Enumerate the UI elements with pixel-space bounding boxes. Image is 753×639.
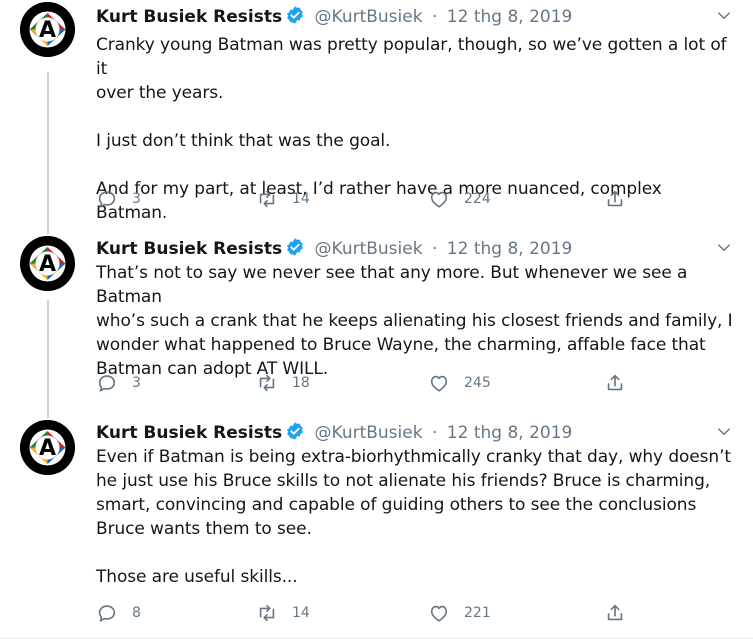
reply-button[interactable]: 3: [96, 372, 141, 394]
thread-line: [47, 72, 49, 228]
reply-icon: [98, 191, 116, 208]
tweet-actions: 8 14 221: [96, 602, 656, 626]
retweet-icon: [259, 374, 275, 392]
thread-line: [47, 300, 49, 412]
like-icon: [430, 375, 448, 392]
share-icon: [607, 604, 623, 621]
tweet-actions: 3 14 224: [96, 188, 656, 212]
display-name[interactable]: Kurt Busiek Resists: [96, 7, 282, 27]
chevron-down-icon[interactable]: [715, 7, 733, 25]
reply-button[interactable]: 3: [96, 188, 141, 210]
retweet-icon: [259, 604, 275, 622]
like-count: 221: [464, 605, 491, 621]
like-icon: [430, 191, 448, 208]
share-button[interactable]: [604, 372, 626, 394]
like-button[interactable]: 221: [428, 602, 491, 624]
tweet-text: That’s not to say we never see that any …: [96, 263, 733, 379]
tweet[interactable]: A Kurt Busiek Resists @KurtBusiek · 12 t…: [0, 0, 753, 228]
separator: ·: [431, 7, 438, 27]
like-count: 224: [464, 191, 491, 207]
thread-line: [47, 412, 49, 418]
avatar-logo-icon: A: [20, 2, 75, 57]
like-button[interactable]: 245: [428, 372, 491, 394]
like-count: 245: [464, 375, 491, 391]
timestamp[interactable]: 12 thg 8, 2019: [447, 7, 573, 27]
avatar-logo-icon: A: [20, 236, 75, 291]
retweet-button[interactable]: 14: [256, 188, 310, 210]
retweet-count: 14: [292, 191, 310, 207]
svg-text:A: A: [39, 18, 56, 43]
retweet-count: 18: [292, 375, 310, 391]
display-name[interactable]: Kurt Busiek Resists: [96, 423, 282, 443]
separator: ·: [431, 423, 438, 443]
avatar[interactable]: A: [20, 420, 75, 475]
tweet-header: Kurt Busiek Resists @KurtBusiek · 12 thg…: [96, 5, 723, 31]
tweet-text: Even if Batman is being extra-biorhythmi…: [96, 447, 731, 587]
verified-badge-icon: [285, 5, 305, 31]
share-icon: [607, 374, 623, 391]
reply-icon: [98, 375, 116, 392]
reply-count: 8: [132, 605, 141, 621]
reply-button[interactable]: 8: [96, 602, 141, 624]
display-name[interactable]: Kurt Busiek Resists: [96, 239, 282, 259]
reply-count: 3: [132, 375, 141, 391]
retweet-button[interactable]: 18: [256, 372, 310, 394]
tweet-header: Kurt Busiek Resists @KurtBusiek · 12 thg…: [96, 237, 723, 263]
timestamp[interactable]: 12 thg 8, 2019: [447, 239, 573, 259]
svg-text:A: A: [39, 436, 56, 461]
reply-icon: [98, 605, 116, 622]
handle[interactable]: @KurtBusiek: [315, 239, 423, 259]
verified-badge-icon: [285, 421, 305, 447]
separator: ·: [431, 239, 438, 259]
verified-badge-icon: [285, 237, 305, 263]
timestamp[interactable]: 12 thg 8, 2019: [447, 423, 573, 443]
retweet-icon: [259, 190, 275, 208]
tweet[interactable]: A Kurt Busiek Resists @KurtBusiek · 12 t…: [0, 228, 753, 412]
reply-count: 3: [132, 191, 141, 207]
retweet-button[interactable]: 14: [256, 602, 310, 624]
tweet-actions: 3 18 245: [96, 372, 656, 396]
like-button[interactable]: 224: [428, 188, 491, 210]
retweet-count: 14: [292, 605, 310, 621]
avatar[interactable]: A: [20, 2, 75, 57]
like-icon: [430, 605, 448, 622]
thread-line: [47, 228, 49, 234]
tweet[interactable]: A Kurt Busiek Resists @KurtBusiek · 12 t…: [0, 412, 753, 639]
handle[interactable]: @KurtBusiek: [315, 423, 423, 443]
chevron-down-icon[interactable]: [715, 239, 733, 257]
svg-text:A: A: [39, 252, 56, 277]
avatar-logo-icon: A: [20, 420, 75, 475]
chevron-down-icon[interactable]: [715, 423, 733, 441]
share-button[interactable]: [604, 188, 626, 210]
handle[interactable]: @KurtBusiek: [315, 7, 423, 27]
share-button[interactable]: [604, 602, 626, 624]
tweet-header: Kurt Busiek Resists @KurtBusiek · 12 thg…: [96, 421, 723, 447]
share-icon: [607, 190, 623, 207]
avatar[interactable]: A: [20, 236, 75, 291]
